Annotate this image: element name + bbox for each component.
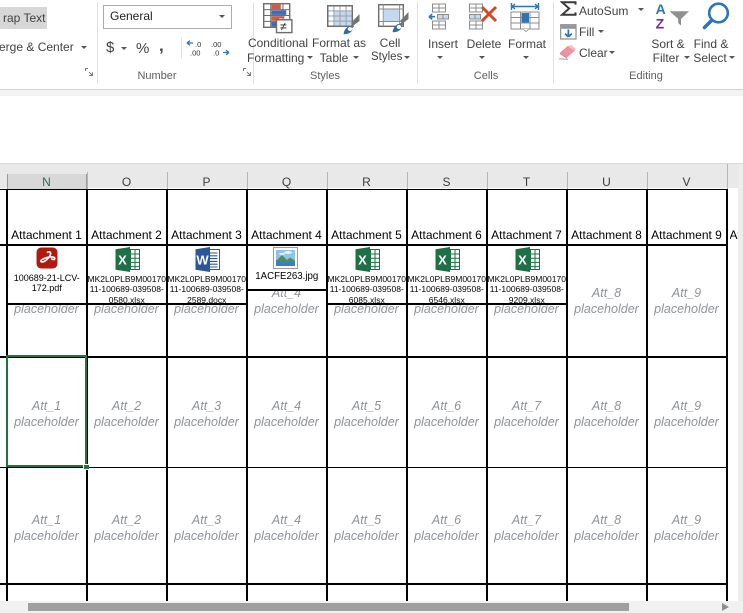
svg-text:≠: ≠ bbox=[280, 19, 287, 33]
svg-text:.00: .00 bbox=[190, 49, 200, 58]
svg-text:Z: Z bbox=[656, 16, 665, 31]
svg-text:.0: .0 bbox=[213, 49, 219, 58]
